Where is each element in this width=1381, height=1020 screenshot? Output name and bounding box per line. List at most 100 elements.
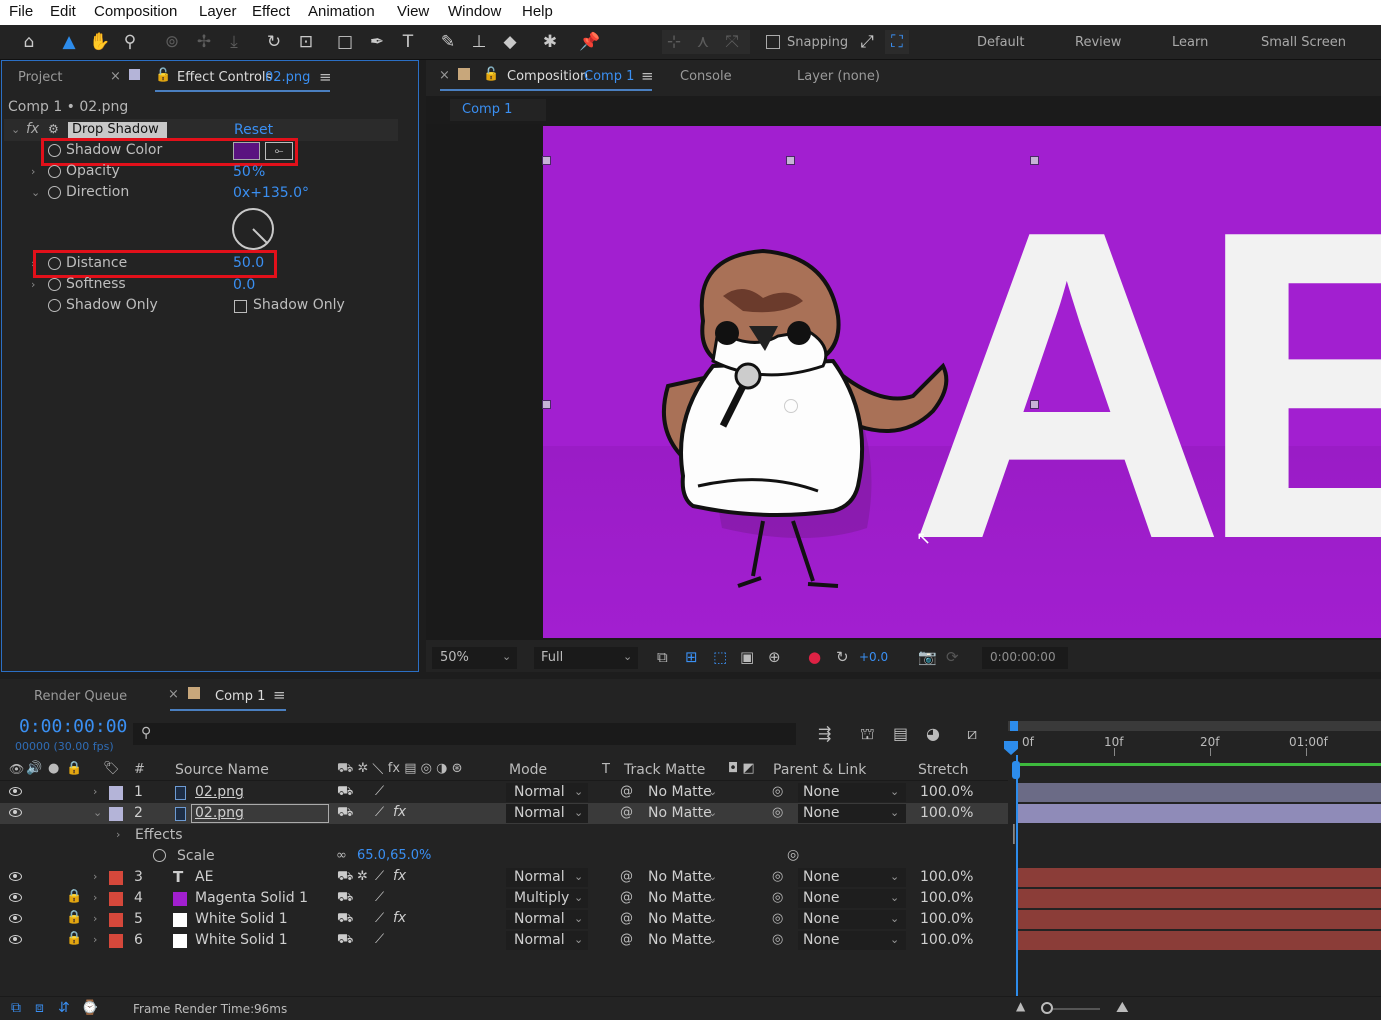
home-icon[interactable]: ⌂ bbox=[17, 30, 41, 54]
chevron-down-icon[interactable]: ⌄ bbox=[31, 186, 40, 199]
reset-link[interactable]: Reset bbox=[234, 122, 273, 138]
track-matte-value[interactable]: No Matte bbox=[648, 784, 712, 800]
menu-composition[interactable]: Composition bbox=[94, 3, 177, 20]
anchor-point-icon[interactable] bbox=[784, 399, 798, 413]
pick-whip-icon[interactable]: ◎ bbox=[787, 847, 799, 863]
pick-whip-icon[interactable]: @ bbox=[620, 784, 633, 799]
stretch-value[interactable]: 100.0% bbox=[920, 784, 973, 800]
parent-pick-whip-icon[interactable]: ◎ bbox=[772, 932, 783, 947]
lock-icon[interactable]: 🔓 bbox=[155, 68, 171, 83]
snapping-checkbox[interactable] bbox=[766, 35, 780, 49]
collapse-switch-icon[interactable]: ✲ bbox=[357, 869, 368, 884]
chevron-right-icon[interactable]: › bbox=[93, 891, 97, 904]
close-icon[interactable]: × bbox=[439, 68, 450, 83]
quality-switch-icon[interactable]: ⟋ bbox=[375, 784, 384, 799]
layer-row[interactable]: › 1 02.png ⛟ ⟋ Normal ⌄ @ No Matte ⌄ ◎ None ⌄ 100.0% bbox=[0, 782, 1008, 803]
visibility-eye-icon[interactable] bbox=[9, 893, 22, 902]
lock-icon[interactable]: 🔓 bbox=[483, 67, 499, 82]
layer-duration-bar[interactable] bbox=[1018, 910, 1381, 929]
layer-row[interactable]: 🔒 › 4 Magenta Solid 1 ⛟ ⟋ Multiply ⌄ @ No Matte ⌄ ◎… bbox=[0, 888, 1008, 909]
stretch-value[interactable]: 100.0% bbox=[920, 932, 973, 948]
time-ruler[interactable]: 0f 10f 20f 01:00f bbox=[1008, 721, 1381, 779]
stopwatch-icon[interactable] bbox=[153, 849, 166, 862]
camera-snapshot-icon[interactable]: 📷 bbox=[918, 648, 937, 666]
workspace-learn[interactable]: Learn bbox=[1172, 35, 1208, 50]
chevron-right-icon[interactable]: › bbox=[31, 165, 35, 178]
motion-blur-icon[interactable]: ◕ bbox=[926, 724, 940, 743]
panel-menu-icon[interactable]: ≡ bbox=[641, 67, 654, 85]
layer-label-color[interactable] bbox=[109, 913, 123, 927]
menu-help[interactable]: Help bbox=[522, 3, 553, 20]
chevron-right-icon[interactable]: › bbox=[93, 933, 97, 946]
layer-name[interactable]: 02.png bbox=[195, 784, 244, 800]
menu-layer[interactable]: Layer bbox=[199, 3, 237, 20]
tab-composition[interactable]: Composition bbox=[507, 69, 588, 84]
modes-toggle-icon[interactable]: ⧈ bbox=[35, 1000, 44, 1016]
track-matte-value[interactable]: No Matte bbox=[648, 869, 712, 885]
shy-switch-icon[interactable]: ⛟ bbox=[337, 890, 353, 907]
reset-exposure-icon[interactable]: ↻ bbox=[836, 648, 849, 666]
transform-handle[interactable] bbox=[786, 156, 795, 165]
layer-label-color[interactable] bbox=[109, 807, 123, 821]
pick-whip-icon[interactable]: @ bbox=[620, 805, 633, 820]
layer-duration-bar[interactable] bbox=[1018, 783, 1381, 802]
fx-switch-icon[interactable]: fx bbox=[393, 910, 406, 926]
brush-tool-icon[interactable]: ✎ bbox=[436, 30, 460, 54]
constrain-proportions-icon[interactable]: ∞ bbox=[336, 848, 347, 863]
menu-effect[interactable]: Effect bbox=[252, 3, 290, 20]
layer-switches-toggle-icon[interactable]: ⧉ bbox=[11, 1000, 21, 1016]
stretch-value[interactable]: 100.0% bbox=[920, 869, 973, 885]
pick-whip-icon[interactable]: @ bbox=[620, 911, 633, 926]
chevron-right-icon[interactable]: › bbox=[31, 278, 35, 291]
menu-edit[interactable]: Edit bbox=[50, 3, 76, 20]
selection-tool-icon[interactable]: ▲ bbox=[57, 30, 81, 54]
axis-view-icon[interactable]: ⤧ bbox=[720, 30, 744, 54]
stopwatch-icon[interactable] bbox=[48, 299, 61, 312]
quality-switch-icon[interactable]: ⟋ bbox=[375, 805, 384, 820]
lock-icon[interactable]: 🔒 bbox=[66, 889, 82, 904]
fx-icon[interactable]: fx bbox=[26, 121, 39, 137]
transparency-grid-icon[interactable]: ⊞ bbox=[685, 648, 698, 666]
render-time-toggle-icon[interactable]: ⌚ bbox=[81, 1000, 98, 1016]
menu-file[interactable]: File bbox=[9, 3, 33, 20]
effect-name[interactable]: Drop Shadow bbox=[72, 122, 159, 137]
layer-label-color[interactable] bbox=[109, 892, 123, 906]
scale-value[interactable]: 65.0,65.0% bbox=[357, 848, 431, 863]
visibility-eye-icon[interactable] bbox=[9, 808, 22, 817]
softness-value[interactable]: 0.0 bbox=[233, 277, 255, 293]
layer-row[interactable]: 🔒 › 6 White Solid 1 ⛟ ⟋ Normal ⌄ @ No Matte ⌄ ◎ None… bbox=[0, 930, 1008, 951]
fx-switch-icon[interactable]: fx bbox=[393, 804, 406, 820]
chevron-down-icon[interactable]: ⌄ bbox=[93, 806, 102, 819]
stopwatch-icon[interactable] bbox=[48, 278, 61, 291]
chevron-down-icon[interactable]: ⌄ bbox=[11, 123, 20, 136]
tab-render-queue[interactable]: Render Queue bbox=[34, 689, 127, 704]
comp-viewer[interactable]: AE ↖ bbox=[426, 124, 1381, 640]
opacity-value[interactable]: 50 bbox=[233, 164, 251, 180]
layer-duration-bar[interactable] bbox=[1018, 889, 1381, 908]
zoom-out-icon[interactable]: ▲ bbox=[1016, 999, 1025, 1013]
menu-view[interactable]: View bbox=[397, 3, 429, 20]
work-area-start-handle[interactable] bbox=[1010, 721, 1018, 731]
timeline-zoom-thumb[interactable] bbox=[1041, 1002, 1053, 1014]
fast-previews-icon[interactable]: ⧉ bbox=[657, 648, 668, 666]
snap-edges-icon[interactable]: ⛶ bbox=[885, 30, 909, 54]
shy-switch-icon[interactable]: ⛟ bbox=[337, 932, 353, 949]
shadow-only-checkbox[interactable] bbox=[234, 300, 247, 313]
transform-handle[interactable] bbox=[1030, 400, 1039, 409]
roto-brush-icon[interactable]: ✱ bbox=[538, 30, 562, 54]
shy-switch-icon[interactable]: ⛟ bbox=[337, 805, 353, 822]
layer-row[interactable]: ⌄ 2 02.png ⛟ ⟋ fx Normal ⌄ @ No Matte ⌄ ◎ None ⌄ 100.0… bbox=[0, 803, 1008, 824]
layer-name[interactable]: AE bbox=[195, 869, 213, 885]
track-matte-value[interactable]: No Matte bbox=[648, 890, 712, 906]
region-of-interest-icon[interactable]: ▣ bbox=[740, 648, 754, 666]
visibility-eye-icon[interactable] bbox=[9, 787, 22, 796]
visibility-eye-icon[interactable] bbox=[9, 935, 22, 944]
parent-pick-whip-icon[interactable]: ◎ bbox=[772, 869, 783, 884]
quality-switch-icon[interactable]: ⟋ bbox=[375, 911, 384, 926]
stopwatch-icon[interactable] bbox=[48, 186, 61, 199]
shy-switch-icon[interactable]: ⛟ bbox=[337, 869, 353, 886]
lock-icon[interactable]: 🔒 bbox=[66, 910, 82, 925]
workspace-small-screen[interactable]: Small Screen bbox=[1261, 35, 1346, 50]
workspace-review[interactable]: Review bbox=[1075, 35, 1121, 50]
fx-switch-icon[interactable]: fx bbox=[393, 868, 406, 884]
